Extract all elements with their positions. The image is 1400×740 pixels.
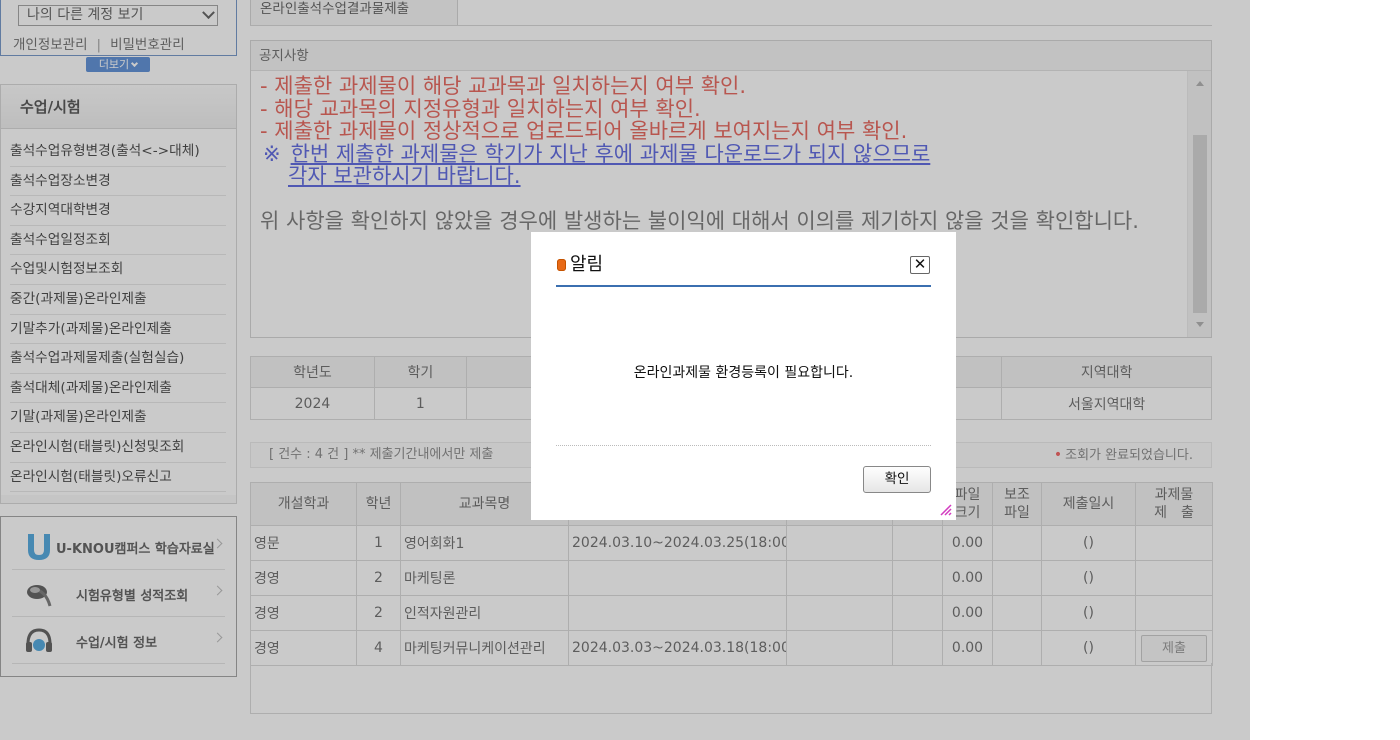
- dialog-title: 알림: [570, 254, 604, 275]
- ok-button[interactable]: 확인: [863, 466, 931, 493]
- dialog-message: 온라인과제물 환경등록이 필요합니다.: [633, 365, 854, 381]
- close-icon: ✕: [913, 255, 927, 273]
- alert-dialog: 알림 ✕ 온라인과제물 환경등록이 필요합니다. 확인: [531, 232, 956, 520]
- dialog-title-bar: 알림 ✕: [556, 252, 931, 287]
- title-bullet-icon: [557, 259, 566, 271]
- dialog-divider: [556, 445, 931, 446]
- resize-handle-icon[interactable]: [938, 502, 952, 516]
- close-button[interactable]: ✕: [910, 256, 930, 274]
